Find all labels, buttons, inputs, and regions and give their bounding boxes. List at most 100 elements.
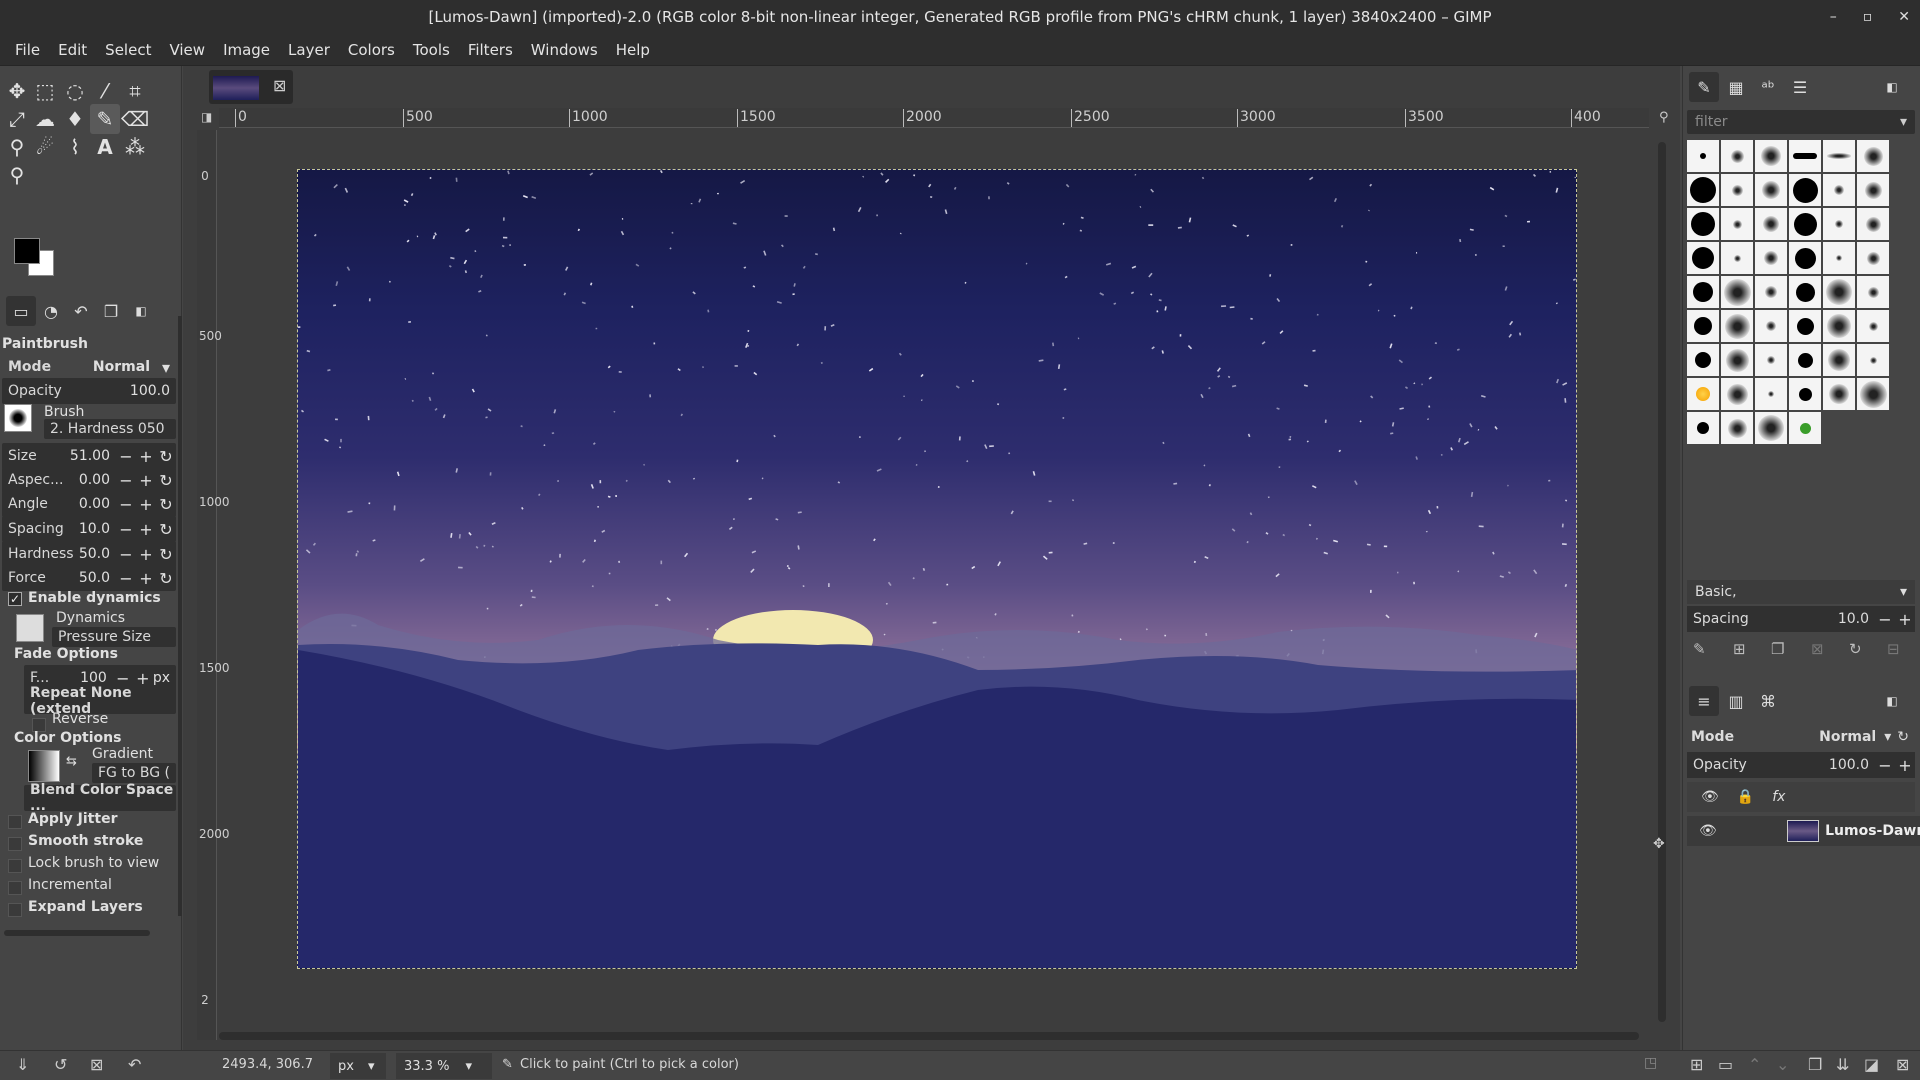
switch-mode-icon[interactable]: ↻ bbox=[1897, 729, 1909, 745]
brush-thumbnail[interactable] bbox=[1755, 378, 1787, 410]
hardness-row[interactable]: Hardness 50.0 − + ↻ bbox=[2, 541, 176, 567]
chevron-down-icon[interactable]: ▾ bbox=[1884, 729, 1891, 745]
undo-history-tab-icon[interactable]: ↶ bbox=[66, 296, 96, 326]
fade-value[interactable]: 100 bbox=[80, 670, 107, 686]
enable-dynamics-checkbox[interactable]: ✓ bbox=[8, 592, 22, 606]
brush-thumbnail[interactable] bbox=[1687, 412, 1719, 444]
incremental-checkbox[interactable] bbox=[8, 881, 22, 895]
chevron-down-icon[interactable]: ▾ bbox=[1900, 584, 1907, 600]
brush-thumbnail[interactable] bbox=[1823, 208, 1855, 240]
brush-thumbnail[interactable] bbox=[1789, 140, 1821, 172]
brush-name-field[interactable]: 2. Hardness 050 bbox=[44, 419, 176, 439]
close-button[interactable]: ✕ bbox=[1898, 9, 1910, 25]
quick-mask-icon[interactable]: ◨ bbox=[201, 110, 212, 124]
brush-thumbnail[interactable] bbox=[1823, 344, 1855, 376]
brush-thumbnail[interactable] bbox=[1721, 208, 1753, 240]
image-canvas[interactable] bbox=[297, 169, 1577, 969]
plus-icon[interactable]: + bbox=[136, 545, 156, 564]
brush-thumbnail[interactable] bbox=[1721, 378, 1753, 410]
brush-thumbnail[interactable] bbox=[1755, 208, 1787, 240]
refresh-brushes-icon[interactable]: ↻ bbox=[1849, 640, 1862, 658]
gradient-preview[interactable] bbox=[28, 750, 60, 782]
spacing-row[interactable]: Spacing 10.0 − + ↻ bbox=[2, 516, 176, 542]
size-row[interactable]: Size 51.00 − + ↻ bbox=[2, 443, 176, 469]
zoom-select[interactable]: 33.3 % ▾ bbox=[396, 1053, 492, 1079]
canvas-hscrollbar[interactable] bbox=[219, 1032, 1639, 1040]
menu-image[interactable]: Image bbox=[223, 41, 270, 59]
channels-tab-icon[interactable]: ▥ bbox=[1721, 686, 1751, 716]
expand-layers-checkbox[interactable] bbox=[8, 903, 22, 917]
minus-icon[interactable]: − bbox=[116, 471, 136, 490]
clone-tool-icon[interactable]: ⚲ bbox=[2, 132, 32, 162]
brush-thumbnail[interactable] bbox=[1755, 242, 1787, 274]
brushes-tab-icon[interactable]: ✎ bbox=[1689, 72, 1719, 102]
open-brush-icon[interactable]: ⊟ bbox=[1887, 640, 1900, 658]
brush-tag-select[interactable]: Basic, ▾ bbox=[1687, 580, 1915, 604]
paths-tool-icon[interactable]: ⌇ bbox=[60, 132, 90, 162]
delete-brush-icon[interactable]: ⊠ bbox=[1811, 640, 1824, 658]
brush-thumbnail[interactable] bbox=[1789, 174, 1821, 206]
layers-tab-icon[interactable]: ≡ bbox=[1689, 686, 1719, 716]
lower-layer-icon[interactable]: ⌄ bbox=[1776, 1055, 1789, 1074]
close-image-tab-icon[interactable]: ⊠ bbox=[273, 76, 286, 95]
angle-value[interactable]: 0.00 bbox=[79, 496, 110, 512]
brush-thumbnail[interactable] bbox=[1789, 344, 1821, 376]
plus-icon[interactable]: + bbox=[1895, 610, 1915, 629]
foreground-color-front[interactable] bbox=[14, 238, 40, 264]
maximize-button[interactable]: ▫ bbox=[1863, 9, 1873, 25]
dock-menu-icon[interactable]: ◧ bbox=[126, 296, 156, 326]
brush-thumbnail[interactable] bbox=[1755, 344, 1787, 376]
brush-preview[interactable] bbox=[4, 404, 32, 432]
brush-thumbnail[interactable] bbox=[1721, 412, 1753, 444]
layer-row[interactable]: 👁 Lumos-Dawn bbox=[1687, 816, 1920, 846]
brush-thumbnail[interactable] bbox=[1721, 174, 1753, 206]
text-tool-icon[interactable]: A bbox=[90, 132, 120, 162]
menu-view[interactable]: View bbox=[169, 41, 205, 59]
raise-layer-icon[interactable]: ⌃ bbox=[1748, 1055, 1761, 1074]
dock-menu-icon[interactable]: ◧ bbox=[1877, 686, 1907, 716]
apply-jitter-checkbox[interactable] bbox=[8, 815, 22, 829]
menu-tools[interactable]: Tools bbox=[413, 41, 450, 59]
aspect-value[interactable]: 0.00 bbox=[79, 472, 110, 488]
brush-thumbnail[interactable] bbox=[1755, 276, 1787, 308]
rect-select-tool-icon[interactable]: ⬚ bbox=[30, 76, 60, 106]
lasso-tool-icon[interactable]: ◌ bbox=[60, 76, 90, 106]
restore-tool-preset-icon[interactable]: ↺ bbox=[54, 1055, 67, 1074]
brush-grid[interactable] bbox=[1687, 140, 1889, 444]
aspect-row[interactable]: Aspec... 0.00 − + ↻ bbox=[2, 467, 176, 493]
eye-icon[interactable]: 👁 bbox=[1699, 823, 1717, 839]
color-options-label[interactable]: Color Options bbox=[14, 730, 121, 746]
plus-icon[interactable]: + bbox=[136, 447, 156, 466]
reset-icon[interactable]: ↻ bbox=[156, 471, 176, 490]
chevron-down-icon[interactable]: ▾ bbox=[156, 358, 176, 377]
reset-icon[interactable]: ↻ bbox=[156, 520, 176, 539]
lock-brush-checkbox[interactable] bbox=[8, 859, 22, 873]
minus-icon[interactable]: − bbox=[116, 545, 136, 564]
delete-layer-icon[interactable]: ⊠ bbox=[1896, 1055, 1909, 1074]
hardness-value[interactable]: 50.0 bbox=[79, 546, 110, 562]
mode-value[interactable]: Normal bbox=[93, 359, 150, 375]
brush-thumbnail[interactable] bbox=[1823, 242, 1855, 274]
brush-thumbnail[interactable] bbox=[1687, 276, 1719, 308]
dynamics-preview-icon[interactable] bbox=[16, 614, 44, 642]
warp-tool-icon[interactable]: ☁ bbox=[30, 104, 60, 134]
brush-thumbnail[interactable] bbox=[1857, 276, 1889, 308]
toolbox-hscrollbar[interactable] bbox=[4, 930, 150, 936]
menu-filters[interactable]: Filters bbox=[468, 41, 513, 59]
brush-thumbnail[interactable] bbox=[1857, 174, 1889, 206]
angle-row[interactable]: Angle 0.00 − + ↻ bbox=[2, 491, 176, 517]
document-history-tab-icon[interactable]: ☰ bbox=[1785, 72, 1815, 102]
toolbox-vscrollbar[interactable] bbox=[178, 316, 182, 916]
brush-thumbnail[interactable] bbox=[1857, 378, 1889, 410]
dock-menu-icon[interactable]: ◧ bbox=[1877, 72, 1907, 102]
force-value[interactable]: 50.0 bbox=[79, 570, 110, 586]
bucket-fill-tool-icon[interactable]: ♦ bbox=[60, 104, 90, 134]
mode-row[interactable]: Mode Normal ▾ bbox=[2, 354, 176, 380]
new-layer-icon[interactable]: ⊞ bbox=[1690, 1055, 1703, 1074]
navigate-icon[interactable]: ✥ bbox=[1653, 836, 1665, 852]
brush-thumbnail[interactable] bbox=[1687, 344, 1719, 376]
zoom-navigation-icon[interactable]: ⚲ bbox=[1659, 110, 1669, 125]
brush-thumbnail[interactable] bbox=[1857, 242, 1889, 274]
menu-windows[interactable]: Windows bbox=[531, 41, 598, 59]
opacity-value[interactable]: 100.0 bbox=[130, 383, 170, 399]
